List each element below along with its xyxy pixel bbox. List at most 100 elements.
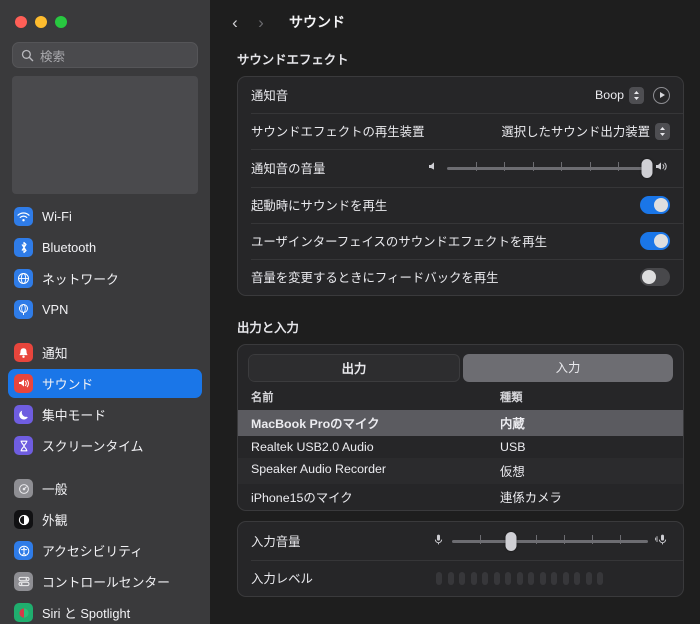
sidebar-item-network[interactable]: ネットワーク — [8, 264, 202, 293]
alert-volume-label: 通知音の音量 — [251, 162, 326, 176]
ui-sound-effects-toggle[interactable] — [640, 232, 670, 250]
sidebar-item-general[interactable]: 一般 — [8, 474, 202, 503]
bluetooth-icon — [14, 238, 33, 257]
tab-output[interactable]: 出力 — [248, 354, 460, 382]
alert-volume-row: 通知音の音量 — [238, 149, 683, 187]
sidebar-item-bluetooth[interactable]: Bluetooth — [8, 233, 202, 262]
navigation-bar: ‹ › サウンド — [210, 0, 700, 44]
forward-button[interactable]: › — [255, 14, 267, 31]
slider-thumb[interactable] — [641, 158, 653, 178]
toggle-knob — [641, 269, 656, 285]
vpn-icon — [14, 300, 33, 319]
alert-sound-row: 通知音 Boop — [238, 77, 683, 113]
sidebar-item-label: Bluetooth — [42, 240, 97, 255]
slider-ticks — [452, 535, 648, 547]
sidebar-profile-area — [12, 76, 198, 194]
slider-ticks — [447, 162, 647, 174]
volume-feedback-label: 音量を変更するときにフィードバックを再生 — [251, 271, 499, 285]
sidebar-item-label: 外観 — [42, 513, 68, 528]
startup-sound-toggle[interactable] — [640, 196, 670, 214]
volume-feedback-toggle[interactable] — [640, 268, 670, 286]
back-button[interactable]: ‹ — [229, 14, 241, 31]
sound-effects-device-row: サウンドエフェクトの再生装置 選択したサウンド出力装置 — [238, 113, 683, 149]
device-kind: 仮想 — [500, 465, 525, 479]
table-row[interactable]: iPhone15のマイク 連係カメラ — [238, 484, 683, 510]
alert-volume-slider[interactable] — [447, 158, 653, 178]
chevron-updown-icon — [655, 122, 670, 140]
sidebar-item-vpn[interactable]: VPN — [8, 295, 202, 324]
control-center-icon — [14, 572, 33, 591]
table-row[interactable]: Realtek USB2.0 Audio USB — [238, 436, 683, 458]
globe-icon — [14, 269, 33, 288]
microphone-low-icon — [432, 533, 445, 549]
ui-sound-effects-label: ユーザインターフェイスのサウンドエフェクトを再生 — [251, 235, 548, 249]
device-table-header: 名前 種類 — [238, 382, 683, 410]
output-input-section-title: 出力と入力 — [237, 321, 299, 335]
table-row[interactable]: Speaker Audio Recorder 仮想 — [238, 458, 683, 484]
slider-thumb[interactable] — [505, 531, 517, 551]
search-icon — [21, 49, 34, 61]
speaker-high-icon — [654, 159, 670, 177]
sidebar-item-control-center[interactable]: コントロールセンター — [8, 567, 202, 596]
close-button[interactable] — [15, 16, 27, 28]
search-input[interactable]: 検索 — [12, 42, 198, 68]
device-table: MacBook Proのマイク 内蔵 Realtek USB2.0 Audio … — [238, 410, 683, 510]
sidebar-item-siri-spotlight[interactable]: Siri と Spotlight — [8, 598, 202, 624]
sound-effects-section-title: サウンドエフェクト — [237, 53, 349, 67]
gear-icon — [14, 479, 33, 498]
sound-effects-device-value: 選択したサウンド出力装置 — [501, 125, 650, 139]
sidebar-item-notifications[interactable]: 通知 — [8, 338, 202, 367]
device-kind: USB — [500, 440, 526, 454]
sound-effects-device-select[interactable]: 選択したサウンド出力装置 — [501, 122, 670, 140]
play-sound-button[interactable] — [653, 86, 670, 104]
minimize-button[interactable] — [35, 16, 47, 28]
system-settings-window: 検索 Wi-Fi Bluetooth ネットワーク VPN 通知 サウンド 集中… — [0, 0, 700, 624]
chevron-updown-icon — [629, 86, 644, 104]
toggle-knob — [654, 233, 669, 249]
sidebar-item-sound[interactable]: サウンド — [8, 369, 202, 398]
appearance-icon — [14, 510, 33, 529]
sidebar-item-label: 集中モード — [42, 408, 106, 423]
sound-effects-card: 通知音 Boop サウンドエフェクトの再生装置 選択したサウンド出力装置 通知音… — [237, 76, 684, 296]
column-header-name: 名前 — [251, 392, 274, 404]
device-name: Speaker Audio Recorder — [251, 462, 387, 476]
sidebar-item-appearance[interactable]: 外観 — [8, 505, 202, 534]
search-placeholder: 検索 — [40, 49, 66, 64]
toggle-knob — [654, 197, 669, 213]
input-settings-card: 入力音量 入力レベル — [237, 521, 684, 597]
sidebar-divider — [8, 326, 202, 338]
zoom-button[interactable] — [55, 16, 67, 28]
sidebar-item-accessibility[interactable]: アクセシビリティ — [8, 536, 202, 565]
input-level-row: 入力レベル — [238, 560, 683, 596]
sidebar-item-screen-time[interactable]: スクリーンタイム — [8, 431, 202, 460]
tab-input[interactable]: 入力 — [463, 354, 673, 382]
speaker-icon — [14, 374, 33, 393]
sidebar-item-label: サウンド — [42, 377, 94, 392]
speaker-low-icon — [427, 159, 440, 177]
play-icon — [660, 92, 665, 98]
hourglass-icon — [14, 436, 33, 455]
window-controls — [0, 0, 210, 28]
device-name: Realtek USB2.0 Audio — [251, 440, 374, 454]
accessibility-icon — [14, 541, 33, 560]
input-volume-row: 入力音量 — [238, 522, 683, 560]
device-kind: 内蔵 — [500, 417, 525, 431]
sidebar-divider — [8, 462, 202, 474]
moon-icon — [14, 405, 33, 424]
input-volume-slider[interactable] — [452, 531, 648, 551]
wifi-icon — [14, 207, 33, 226]
input-level-label: 入力レベル — [251, 572, 313, 586]
startup-sound-label: 起動時にサウンドを再生 — [251, 199, 388, 213]
alert-sound-value: Boop — [595, 88, 624, 102]
sidebar-item-focus[interactable]: 集中モード — [8, 400, 202, 429]
table-row[interactable]: MacBook Proのマイク 内蔵 — [238, 410, 683, 436]
input-level-meter — [436, 571, 603, 585]
sidebar-item-label: アクセシビリティ — [42, 544, 143, 559]
alert-sound-select[interactable]: Boop — [595, 86, 644, 104]
page-title: サウンド — [289, 14, 345, 30]
sidebar-item-label: ネットワーク — [42, 272, 119, 287]
sidebar-item-wifi[interactable]: Wi-Fi — [8, 202, 202, 231]
sidebar: 検索 Wi-Fi Bluetooth ネットワーク VPN 通知 サウンド 集中… — [0, 0, 210, 624]
ui-sound-effects-row: ユーザインターフェイスのサウンドエフェクトを再生 — [238, 223, 683, 259]
search-container: 検索 — [0, 28, 210, 68]
